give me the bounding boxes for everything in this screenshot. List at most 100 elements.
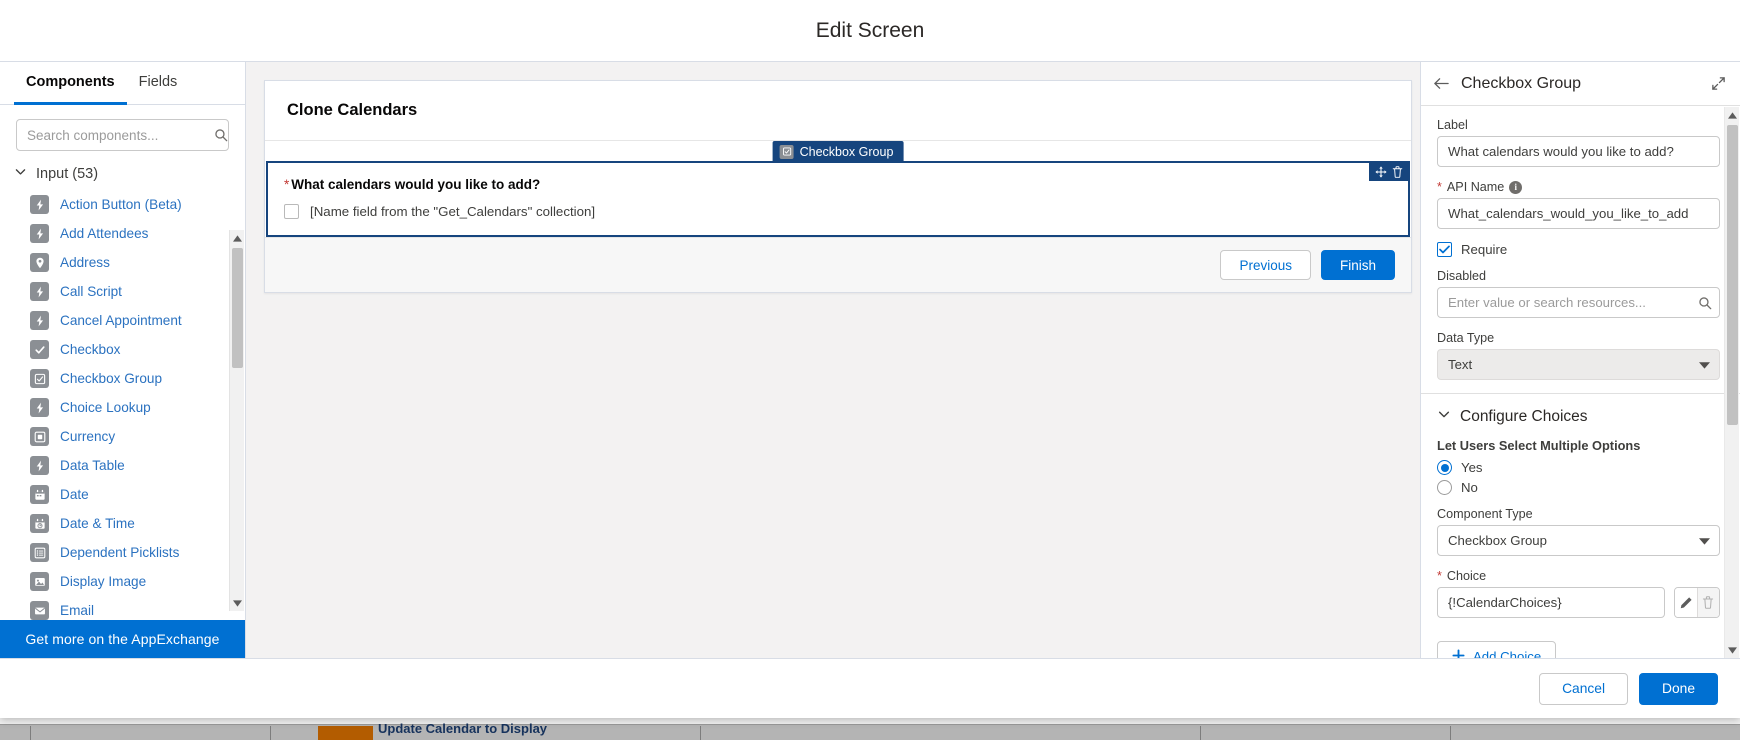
component-list-item[interactable]: Date	[6, 480, 245, 509]
component-list-item[interactable]: Address	[6, 248, 245, 277]
search-input[interactable]	[17, 120, 214, 151]
multi-select-group-title: Let Users Select Multiple Options	[1437, 438, 1641, 453]
component-list-item-label: Choice Lookup	[60, 400, 151, 416]
lightning-icon	[30, 456, 49, 476]
configure-choices-title: Configure Choices	[1460, 407, 1588, 425]
screen-title: Clone Calendars	[287, 101, 418, 119]
label-input[interactable]	[1437, 136, 1720, 167]
component-list-item-label: Checkbox	[60, 342, 121, 358]
component-list-item[interactable]: Data Table	[6, 451, 245, 480]
component-group-label: Input (53)	[36, 165, 99, 182]
plus-icon	[1452, 648, 1465, 658]
lightning-icon	[30, 224, 49, 244]
component-list-item[interactable]: Dependent Picklists	[6, 538, 245, 567]
component-action-bar	[1369, 162, 1409, 181]
data-type-field-label: Data Type	[1437, 331, 1495, 345]
required-marker: *	[284, 177, 290, 192]
choice-field-label: * Choice	[1437, 569, 1720, 583]
component-list-item-label: Address	[60, 255, 110, 271]
component-list-item[interactable]: Add Attendees	[6, 219, 245, 248]
selected-checkbox-group-component[interactable]: * What calendars would you like to add? …	[266, 161, 1410, 237]
scrollbar-thumb[interactable]	[232, 248, 243, 368]
component-list-item[interactable]: Action Button (Beta)	[6, 190, 245, 219]
components-scrollbar[interactable]	[229, 230, 244, 611]
component-list-item-label: Cancel Appointment	[60, 313, 182, 329]
search-icon[interactable]	[1698, 296, 1712, 310]
field-label-row: * What calendars would you like to add?	[284, 177, 1392, 192]
disabled-field-block: Disabled	[1437, 269, 1720, 318]
api-name-input[interactable]	[1437, 198, 1720, 229]
get-more-appexchange-button[interactable]: Get more on the AppExchange	[0, 620, 245, 658]
component-list-item[interactable]: Date & Time	[6, 509, 245, 538]
component-list-item[interactable]: Call Script	[6, 277, 245, 306]
delete-icon[interactable]	[1391, 165, 1404, 178]
add-choice-button[interactable]: Add Choice	[1437, 641, 1557, 658]
screen-card-header: Clone Calendars	[265, 81, 1411, 141]
previous-button[interactable]: Previous	[1220, 250, 1311, 280]
cancel-button[interactable]: Cancel	[1539, 672, 1629, 705]
component-list-item[interactable]: Display Image	[6, 567, 245, 596]
disabled-input[interactable]	[1437, 287, 1720, 318]
checkbox-icon[interactable]	[284, 204, 299, 219]
tab-components[interactable]: Components	[14, 62, 127, 106]
api-name-label-text: API Name	[1446, 180, 1505, 194]
component-list-item[interactable]: Email	[6, 596, 245, 620]
drag-handle-icon[interactable]	[1374, 165, 1387, 178]
component-region: Checkbox Group * What calendars would yo…	[265, 141, 1411, 237]
require-checkbox-row[interactable]: Require	[1437, 242, 1720, 257]
radio-yes-label: Yes	[1461, 460, 1483, 475]
selected-component-badge-label: Checkbox Group	[799, 144, 894, 159]
background-flow-strip: Update Calendar to Display	[0, 721, 1740, 740]
radio-option-yes[interactable]: Yes	[1437, 460, 1720, 475]
expand-icon[interactable]	[1708, 74, 1728, 94]
component-list-item-label: Add Attendees	[60, 226, 149, 242]
component-type-select[interactable]	[1437, 525, 1720, 556]
component-list-item-label: Data Table	[60, 458, 125, 474]
done-button[interactable]: Done	[1639, 672, 1718, 705]
radio-no-icon[interactable]	[1437, 480, 1452, 495]
list-icon	[30, 543, 49, 563]
info-icon[interactable]: i	[1509, 180, 1523, 194]
component-list-item[interactable]: Checkbox	[6, 335, 245, 364]
scroll-down-arrow[interactable]	[230, 595, 244, 611]
api-name-field-label: * API Name i	[1437, 180, 1720, 194]
selected-component-badge: Checkbox Group	[772, 141, 904, 162]
radio-yes-icon[interactable]	[1437, 460, 1452, 475]
finish-button[interactable]: Finish	[1320, 250, 1395, 280]
lightning-icon	[30, 398, 49, 418]
scroll-up-arrow[interactable]	[230, 230, 244, 246]
component-group-input[interactable]: Input (53)	[0, 161, 245, 190]
configure-choices-section-header[interactable]: Configure Choices	[1437, 394, 1720, 438]
properties-scrollbar[interactable]	[1724, 107, 1739, 658]
scroll-up-arrow[interactable]	[1725, 107, 1739, 123]
choice-input[interactable]	[1437, 587, 1665, 618]
scroll-down-arrow[interactable]	[1725, 642, 1739, 658]
component-list-item-label: Date	[60, 487, 89, 503]
component-list-item[interactable]: Choice Lookup	[6, 393, 245, 422]
properties-panel-title: Checkbox Group	[1461, 74, 1582, 92]
component-list-item[interactable]: Currency	[6, 422, 245, 451]
scrollbar-thumb[interactable]	[1727, 125, 1738, 425]
api-name-field-block: * API Name i	[1437, 180, 1720, 229]
envelope-icon	[30, 601, 49, 620]
component-type-field-block: Component Type	[1437, 507, 1720, 556]
require-checkbox[interactable]	[1437, 242, 1452, 257]
component-list-item-label: Date & Time	[60, 516, 135, 532]
search-components-box[interactable]	[16, 119, 229, 152]
properties-scroll-region: Label * API Name i	[1421, 106, 1740, 658]
choice-preview-row[interactable]: [Name field from the "Get_Calendars" col…	[284, 204, 1392, 219]
radio-option-no[interactable]: No	[1437, 480, 1720, 495]
pencil-icon[interactable]	[1674, 588, 1697, 617]
screen-nav-footer: Previous Finish	[265, 237, 1411, 292]
image-icon	[30, 572, 49, 592]
components-list[interactable]: Action Button (Beta) Add Attendees Address…	[0, 190, 245, 620]
component-list-item-label: Call Script	[60, 284, 122, 300]
modal-footer: Cancel Done	[0, 658, 1740, 718]
component-list-item-label: Currency	[60, 429, 116, 445]
arrow-left-icon[interactable]	[1431, 74, 1451, 94]
left-panel-tabs: Components Fields	[0, 62, 245, 106]
component-list-item[interactable]: Checkbox Group	[6, 364, 245, 393]
component-list-item[interactable]: Cancel Appointment	[6, 306, 245, 335]
tab-fields[interactable]: Fields	[127, 62, 190, 105]
location-pin-icon	[30, 253, 49, 273]
